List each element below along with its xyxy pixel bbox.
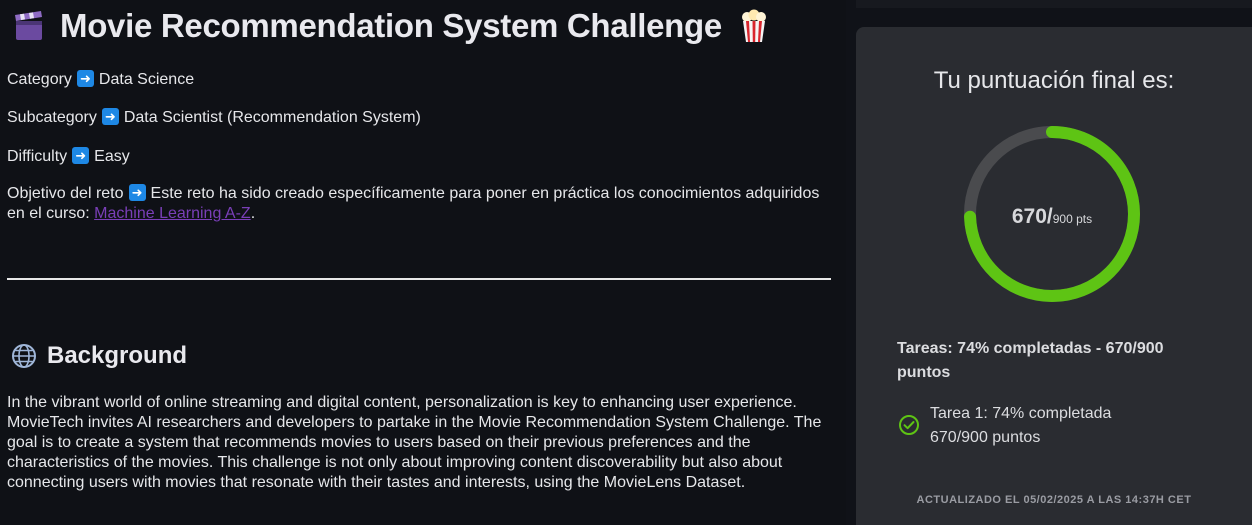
task-item: Tarea 1: 74% completada 670/900 puntos bbox=[897, 400, 1227, 452]
score-max: 900 pts bbox=[1052, 212, 1093, 226]
category-label: Category bbox=[7, 71, 72, 88]
section-divider bbox=[7, 278, 831, 280]
score-title: Tu puntuación final es: bbox=[933, 67, 1175, 94]
difficulty-label: Difficulty bbox=[7, 148, 68, 165]
check-circle-icon bbox=[899, 415, 919, 435]
challenge-panel: Movie Recommendation System Challenge Ca… bbox=[0, 0, 846, 525]
subcategory-value: Data Scientist (Recommendation System) bbox=[123, 109, 421, 126]
clapper-board-icon bbox=[12, 9, 46, 43]
background-heading: Background bbox=[11, 340, 187, 372]
difficulty-value: Easy bbox=[94, 148, 130, 165]
category-line: Category ➜ Data Science bbox=[7, 70, 194, 89]
task-text: Tarea 1: 74% completada 670/900 puntos bbox=[930, 402, 1111, 450]
task-points: 670/900 puntos bbox=[930, 429, 1041, 446]
score-card: Tu puntuación final es: 670/900 pts Tare… bbox=[856, 27, 1252, 525]
course-link[interactable]: Machine Learning A-Z bbox=[94, 205, 251, 222]
objective-suffix: . bbox=[250, 205, 256, 222]
objective-label: Objetivo del reto bbox=[7, 185, 124, 202]
subcategory-line: Subcategory ➜ Data Scientist (Recommendati… bbox=[7, 108, 421, 127]
background-paragraph: In the vibrant world of online streaming… bbox=[7, 394, 822, 491]
tasks-summary: Tareas: 74% completadas - 670/900 puntos bbox=[897, 340, 1164, 381]
right-arrow-icon: ➜ bbox=[128, 184, 146, 201]
objective-paragraph: Objetivo del reto ➜ Este reto ha sido crea… bbox=[7, 184, 827, 224]
background-title: Background bbox=[47, 342, 188, 369]
popcorn-icon bbox=[740, 9, 768, 43]
score-value: 670/900 pts bbox=[959, 205, 1145, 229]
updated-timestamp: ACTUALIZADO EL 05/02/2025 A LAS 14:37H C… bbox=[916, 494, 1192, 506]
subcategory-label: Subcategory bbox=[7, 109, 97, 126]
sidebar-top-bar bbox=[856, 0, 1252, 8]
difficulty-line: Difficulty ➜ Easy bbox=[7, 147, 130, 166]
challenge-title-row: Movie Recommendation System Challenge bbox=[12, 4, 768, 48]
score-points: 670/ bbox=[1011, 205, 1053, 228]
globe-icon bbox=[11, 343, 37, 369]
right-arrow-icon: ➜ bbox=[101, 108, 119, 125]
category-value: Data Science bbox=[98, 71, 195, 88]
right-arrow-icon: ➜ bbox=[76, 70, 94, 87]
task-progress: Tarea 1: 74% completada bbox=[930, 405, 1112, 422]
right-arrow-icon: ➜ bbox=[72, 147, 90, 164]
challenge-title: Movie Recommendation System Challenge bbox=[60, 7, 722, 44]
